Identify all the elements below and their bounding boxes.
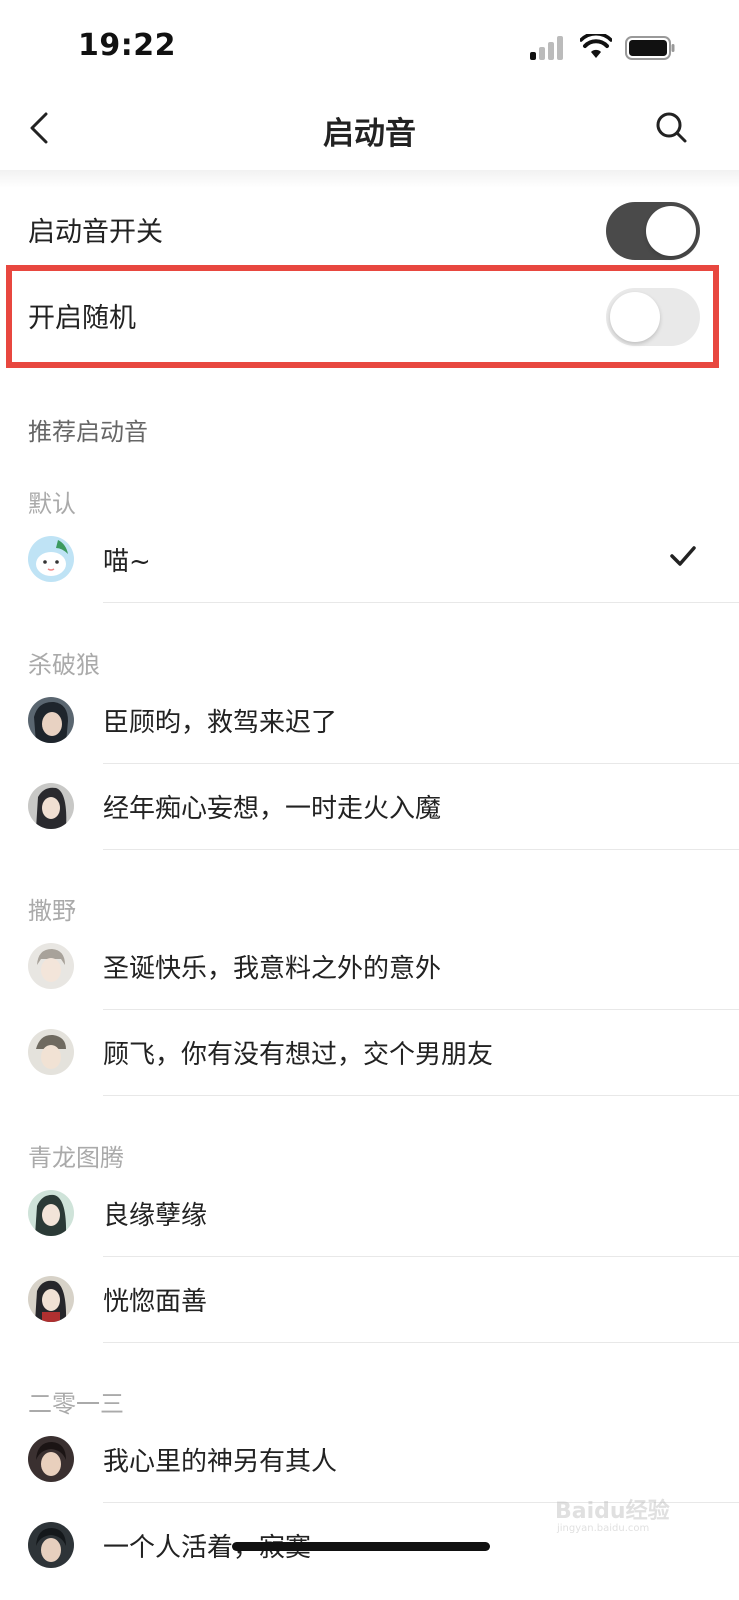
- list-item[interactable]: 顾飞，你有没有想过，交个男朋友: [0, 1010, 739, 1096]
- toggle-knob: [646, 206, 696, 256]
- startup-sound-switch-row: 启动音开关: [0, 188, 739, 274]
- list-item[interactable]: 喵~: [0, 517, 739, 603]
- cellular-signal-icon: [530, 36, 566, 60]
- section-title: 推荐启动音: [28, 418, 148, 446]
- avatar: [28, 1522, 74, 1568]
- sound-label: 喵~: [103, 547, 151, 577]
- checkmark-icon: [670, 546, 696, 566]
- sound-label: 恍惚面善: [103, 1287, 208, 1317]
- list-item[interactable]: 恍惚面善: [0, 1257, 739, 1343]
- highlight-annotation: [6, 265, 719, 368]
- home-indicator[interactable]: [232, 1542, 490, 1551]
- list-item[interactable]: 良缘孽缘: [0, 1171, 739, 1257]
- page-title: 启动音: [323, 116, 416, 152]
- status-time: 19:22: [78, 28, 176, 63]
- divider: [103, 602, 739, 603]
- nav-bar: 启动音: [0, 90, 739, 170]
- group-title: 二零一三: [28, 1390, 124, 1418]
- avatar: [28, 943, 74, 989]
- avatar: [28, 1190, 74, 1236]
- startup-sound-toggle[interactable]: [606, 202, 700, 260]
- watermark: Baidu经验 jingyan.baidu.com: [555, 1487, 695, 1537]
- battery-icon: [625, 36, 675, 60]
- divider: [103, 1342, 739, 1343]
- nav-divider: [0, 170, 739, 188]
- sound-label: 圣诞快乐，我意料之外的意外: [103, 954, 442, 984]
- status-bar: 19:22: [0, 0, 739, 90]
- list-item[interactable]: 经年痴心妄想，一时走火入魔: [0, 764, 739, 850]
- avatar: [28, 783, 74, 829]
- watermark-text: Baidu经验: [555, 1499, 670, 1524]
- group-title: 撒野: [28, 897, 76, 925]
- sound-label: 经年痴心妄想，一时走火入魔: [103, 794, 442, 824]
- sound-label: 臣顾昀，救驾来迟了: [103, 708, 338, 738]
- group-title: 杀破狼: [28, 651, 100, 679]
- startup-sound-switch-label: 启动音开关: [28, 217, 163, 248]
- search-button[interactable]: [652, 108, 692, 148]
- divider: [103, 849, 739, 850]
- watermark-subtext: jingyan.baidu.com: [557, 1523, 650, 1534]
- avatar: [28, 1029, 74, 1075]
- wifi-icon: [580, 34, 612, 58]
- sound-label: 顾飞，你有没有想过，交个男朋友: [103, 1040, 494, 1070]
- list-item[interactable]: 圣诞快乐，我意料之外的意外: [0, 924, 739, 1010]
- sound-label: 良缘孽缘: [103, 1201, 208, 1231]
- list-item[interactable]: 臣顾昀，救驾来迟了: [0, 678, 739, 764]
- divider: [103, 1095, 739, 1096]
- group-title: 默认: [28, 490, 76, 518]
- avatar: [28, 1436, 74, 1482]
- avatar: [28, 697, 74, 743]
- sound-label: 我心里的神另有其人: [103, 1447, 338, 1477]
- avatar: [28, 536, 74, 582]
- avatar: [28, 1276, 74, 1322]
- group-title: 青龙图腾: [28, 1144, 124, 1172]
